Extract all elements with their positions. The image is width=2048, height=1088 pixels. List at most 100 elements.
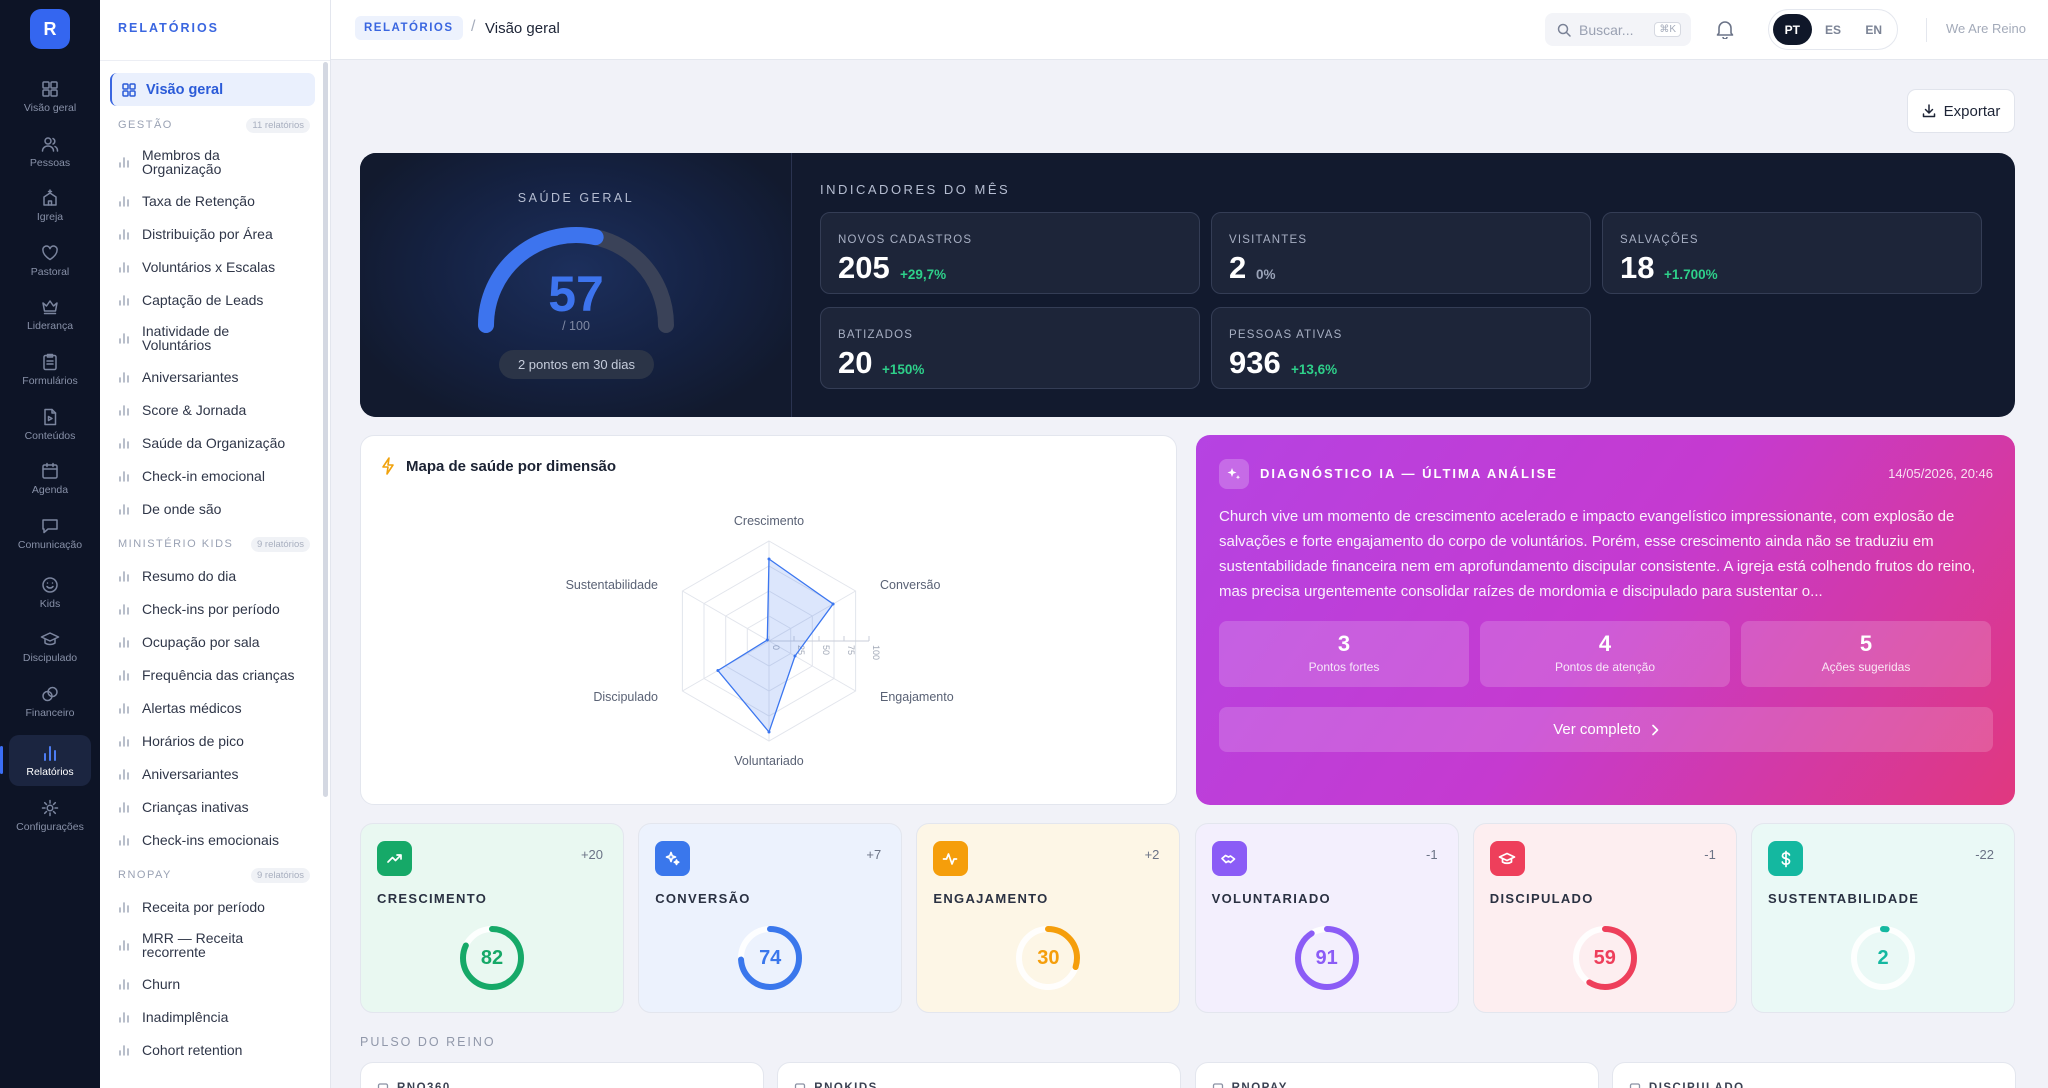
export-button[interactable]: Exportar	[1907, 89, 2015, 133]
sidebar-report-item[interactable]: Cohort retention	[118, 1033, 320, 1066]
sidebar-scrollbar[interactable]	[323, 62, 328, 797]
sidebar-report-item[interactable]: Churn	[118, 967, 320, 1000]
lightning-icon	[382, 457, 394, 475]
sidebar-report-item[interactable]: Resumo do dia	[118, 559, 320, 592]
rail-item-formularios[interactable]: Formulários	[9, 344, 91, 395]
sidebar-report-item[interactable]: Receita por período	[118, 890, 320, 923]
sidebar-report-item[interactable]: Captação de Leads	[118, 283, 320, 316]
bar-chart-icon	[118, 404, 130, 416]
ai-stat-number: 5	[1859, 631, 1873, 656]
card-icon	[1212, 1082, 1224, 1088]
group-count-badge: 9 relatórios	[251, 867, 310, 883]
pulse-title: PULSO DO REINO	[360, 1035, 496, 1049]
sidebar-report-item[interactable]: Membros da Organização	[118, 140, 320, 184]
ai-stat-card[interactable]: 4 Pontos de atenção	[1480, 621, 1730, 687]
dimension-score: 82	[480, 946, 504, 969]
sidebar-report-item[interactable]: Inadimplência	[118, 1000, 320, 1033]
report-label: Score & Jornada	[142, 401, 247, 418]
pulse-card-rnokids[interactable]: RNOKIDS	[777, 1062, 1182, 1088]
dimension-card-sustentabilidade[interactable]: -22 SUSTENTABILIDADE 2	[1751, 823, 2015, 1013]
report-label: Inatividade de Voluntários	[142, 323, 230, 353]
divider	[100, 60, 330, 61]
kpi-section-title: INDICADORES DO MÊS	[820, 182, 1011, 197]
report-label: Aniversariantes	[142, 765, 239, 782]
dimension-card-engajamento[interactable]: +2 ENGAJAMENTO 30	[916, 823, 1181, 1013]
kpi-label: NOVOS CADASTROS	[838, 234, 973, 246]
ai-stat-label: Ações sugeridas	[1821, 660, 1911, 674]
ai-stat-label: Pontos fortes	[1308, 660, 1380, 674]
sidebar-report-item[interactable]: Aniversariantes	[118, 757, 320, 790]
graduation-cap-icon	[1489, 841, 1525, 876]
bell-icon[interactable]	[1716, 19, 1734, 39]
dimension-name: CONVERSÃO	[655, 891, 751, 906]
ver-completo-button[interactable]: Ver completo	[1219, 707, 1993, 752]
rail-item-lideranca[interactable]: Liderança	[9, 289, 91, 340]
rail-item-financeiro[interactable]: Financeiro	[9, 676, 91, 727]
radar-tick-label: 100	[871, 645, 881, 660]
sidebar-report-item[interactable]: Inatividade de Voluntários	[118, 316, 320, 360]
sidebar-report-item[interactable]: Ocupação por sala	[118, 625, 320, 658]
sidebar-report-item[interactable]: Check-ins por período	[118, 592, 320, 625]
breadcrumb-root[interactable]: RELATÓRIOS	[355, 16, 463, 40]
clipboard-icon	[40, 352, 60, 372]
sidebar-item-visao-geral[interactable]: Visão geral	[110, 73, 315, 106]
sidebar-report-item[interactable]: Score & Jornada	[118, 393, 320, 426]
bar-chart-icon	[118, 1011, 130, 1023]
rail-item-discipulado[interactable]: Discipulado	[9, 621, 91, 672]
sidebar-report-item[interactable]: Saúde da Organização	[118, 426, 320, 459]
report-label: Check-ins por período	[142, 600, 280, 617]
rail-item-conteudos[interactable]: Conteúdos	[9, 399, 91, 450]
lang-option-es[interactable]: ES	[1814, 14, 1853, 45]
dimension-card-conversao[interactable]: +7 CONVERSÃO 74	[638, 823, 903, 1013]
sidebar-report-item[interactable]: Check-in emocional	[118, 459, 320, 492]
rail-item-relatorios[interactable]: Relatórios	[0, 734, 91, 786]
sidebar-report-item[interactable]: Horários de pico	[118, 724, 320, 757]
kpi-card: PESSOAS ATIVAS 936 +13,6%	[1211, 307, 1591, 389]
report-label: Check-ins emocionais	[142, 831, 279, 848]
sidebar-report-item[interactable]: Aniversariantes	[118, 360, 320, 393]
rail-item-agenda[interactable]: Agenda	[9, 453, 91, 504]
sidebar-report-item[interactable]: De onde são	[118, 492, 320, 525]
dimension-card-discipulado[interactable]: -1 DISCIPULADO 59	[1472, 823, 1737, 1013]
report-label: Frequência das crianças	[142, 666, 295, 683]
sidebar-report-item[interactable]: Check-ins emocionais	[118, 823, 320, 856]
group-title: RNOPAY	[118, 869, 172, 881]
sidebar-report-item[interactable]: Distribuição por Área	[118, 217, 320, 250]
rail-item-configuracoes[interactable]: Configurações	[9, 790, 91, 841]
sidebar-report-item[interactable]: Crianças inativas	[118, 790, 320, 823]
ai-stat-card[interactable]: 3 Pontos fortes	[1219, 621, 1469, 687]
bar-chart-icon	[118, 294, 130, 306]
sidebar-report-item[interactable]: Taxa de Retenção	[118, 184, 320, 217]
pulse-card-rnopay[interactable]: RNOPAY	[1194, 1062, 1599, 1088]
dimension-delta: +7	[866, 847, 882, 862]
kpi-card: VISITANTES 2 0%	[1211, 212, 1591, 294]
dimension-card-voluntariado[interactable]: -1 VOLUNTARIADO 91	[1194, 823, 1459, 1013]
radar-card: 0255075100CrescimentoConversãoEngajament…	[360, 435, 1177, 805]
bar-chart-icon	[118, 570, 130, 582]
rail-item-kids[interactable]: Kids	[9, 567, 91, 618]
sidebar-report-item[interactable]: Frequência das crianças	[118, 658, 320, 691]
file-play-icon	[40, 407, 60, 427]
rail-item-igreja[interactable]: Igreja	[9, 180, 91, 231]
sidebar-report-item[interactable]: MRR — Receita recorrente	[118, 923, 320, 967]
pulse-card-label: RNO360	[397, 1082, 451, 1088]
sidebar-report-item[interactable]: Voluntários x Escalas	[118, 250, 320, 283]
ai-stat-card[interactable]: 5 Ações sugeridas	[1741, 621, 1991, 687]
rail-item-comunicacao[interactable]: Comunicação	[9, 508, 91, 559]
rail-item-pessoas[interactable]: Pessoas	[9, 126, 91, 177]
bar-chart-icon	[40, 743, 60, 763]
report-label: Ocupação por sala	[142, 633, 260, 650]
rail-item-label: Financeiro	[25, 706, 75, 719]
search-input[interactable]: Buscar... ⌘K	[1545, 13, 1691, 46]
dimension-card-crescimento[interactable]: +20 CRESCIMENTO 82	[360, 823, 624, 1013]
pulse-card-discipulado[interactable]: DISCIPULADO	[1611, 1062, 2016, 1088]
lang-option-pt[interactable]: PT	[1773, 14, 1812, 45]
rail-item-pastoral[interactable]: Pastoral	[9, 235, 91, 286]
lang-option-en[interactable]: EN	[1854, 14, 1893, 45]
app-logo[interactable]: R	[30, 9, 70, 49]
sidebar-report-item[interactable]: Alertas médicos	[118, 691, 320, 724]
rail-item-label: Agenda	[31, 484, 69, 497]
pulse-card-rno360[interactable]: RNO360	[360, 1062, 764, 1088]
rail-item-visao-geral[interactable]: Visão geral	[9, 71, 91, 122]
tenant-name[interactable]: We Are Reino	[1946, 21, 2026, 36]
